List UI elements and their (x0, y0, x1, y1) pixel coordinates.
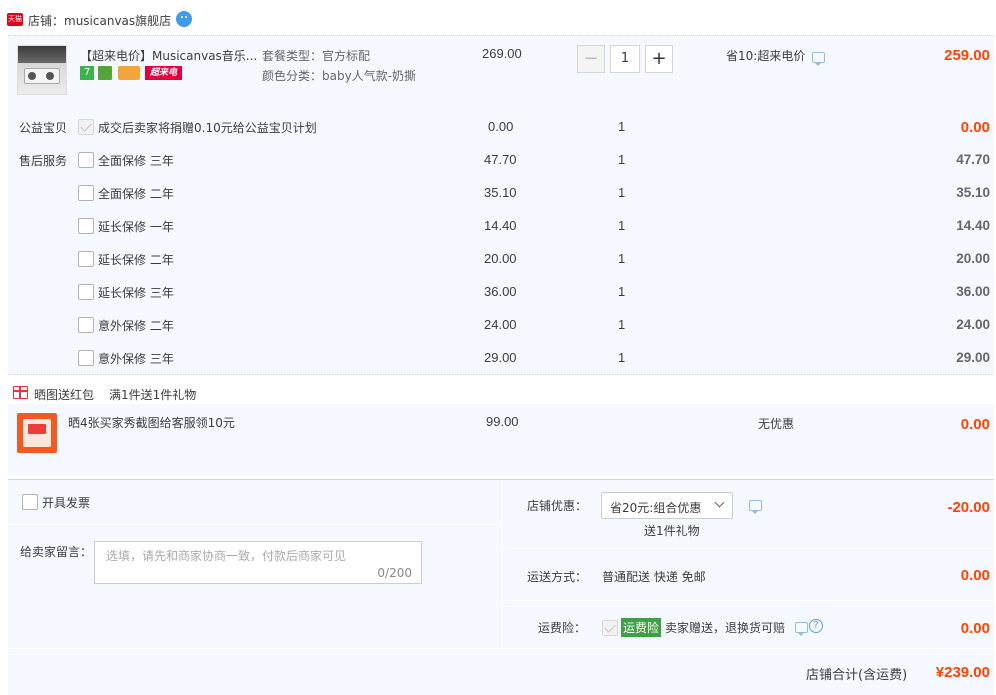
quantity-stepper: − 1 + (577, 45, 673, 73)
after-sales-checkbox[interactable] (78, 317, 94, 333)
gift-icon (13, 386, 28, 399)
message-textarea[interactable]: 选填，请先和商家协商一致，付款后商家可见 0/200 (94, 541, 422, 584)
charity-section-label: 公益宝贝 (19, 121, 68, 135)
after-sales-qty: 1 (618, 317, 626, 332)
charity-checkbox (78, 119, 94, 135)
spec-package: 套餐类型：官方标配 (262, 49, 371, 63)
after-sales-qty: 1 (618, 185, 626, 200)
gift-promo: 无优惠 (758, 417, 795, 431)
guarantee-icon (98, 66, 112, 80)
product-thumbnail[interactable] (17, 45, 67, 95)
promo-badge: 超来电 (145, 66, 182, 80)
credit-card-icon (118, 66, 140, 80)
after-sales-checkbox[interactable] (78, 350, 94, 366)
discount-comment-icon[interactable] (749, 500, 762, 514)
gift-header-note: 满1件送1件礼物 (109, 388, 197, 402)
promo-comment-icon[interactable] (812, 52, 825, 66)
after-sales-checkbox[interactable] (78, 218, 94, 234)
after-sales-checkbox[interactable] (78, 284, 94, 300)
after-sales-qty: 1 (618, 251, 626, 266)
after-sales-label[interactable]: 意外保修 二年 (98, 317, 174, 334)
shop-name[interactable]: 店铺：musicanvas旗舰店 (28, 12, 171, 29)
insurance-tag: 运费险 (621, 618, 662, 637)
quantity-input[interactable]: 1 (610, 45, 640, 73)
after-sales-qty: 1 (618, 218, 626, 233)
shop-total-label: 店铺合计(含运费) (806, 668, 908, 683)
after-sales-label[interactable]: 全面保修 二年 (98, 185, 174, 202)
charity-text: 成交后卖家将捐赠0.10元给公益宝贝计划 (98, 121, 317, 135)
charity-qty: 1 (618, 119, 626, 134)
after-sales-total: 14.40 (956, 218, 990, 233)
gift-header: 晒图送红包 满1件送1件礼物 (8, 375, 994, 403)
item-total: 259.00 (944, 47, 990, 64)
after-sales-price: 35.10 (484, 185, 517, 200)
gift-price: 99.00 (486, 414, 519, 429)
after-sales-label[interactable]: 延长保修 三年 (98, 284, 174, 301)
invoice-checkbox[interactable] (22, 494, 38, 510)
after-sales-checkbox[interactable] (78, 251, 94, 267)
insurance-value: 0.00 (960, 620, 990, 637)
shop-header: 天猫 店铺：musicanvas旗舰店 (0, 0, 996, 36)
after-sales-qty: 1 (618, 152, 626, 167)
after-sales-total: 36.00 (956, 284, 990, 299)
unit-price: 269.00 (482, 46, 522, 61)
promo-text[interactable]: 省10:超来电价 (726, 47, 805, 64)
after-sales-total: 24.00 (956, 317, 990, 332)
help-icon[interactable]: ? (809, 619, 823, 633)
shipping-value: 0.00 (960, 567, 990, 584)
after-sales-label[interactable]: 延长保修 一年 (98, 218, 174, 235)
divider (502, 548, 994, 549)
after-sales-qty: 1 (618, 350, 626, 365)
spec-color: 颜色分类：baby人气款-奶撕 (262, 69, 417, 83)
shop-discount-selected: 省20元:组合优惠 (610, 501, 702, 515)
after-sales-price: 24.00 (484, 317, 517, 332)
wangwang-chat-icon[interactable] (176, 11, 192, 27)
message-placeholder: 选填，请先和商家协商一致，付款后商家可见 (106, 549, 347, 563)
after-sales-price: 29.00 (484, 350, 517, 365)
after-sales-total: 20.00 (956, 251, 990, 266)
after-sales-label[interactable]: 全面保修 三年 (98, 152, 174, 169)
insurance-label: 运费险： (538, 621, 587, 635)
message-label: 给卖家留言： (20, 545, 93, 559)
invoice-label[interactable]: 开具发票 (42, 494, 90, 511)
gift-total: 0.00 (960, 416, 990, 433)
gift-title[interactable]: 晒4张买家秀截图给客服领10元 (68, 414, 235, 431)
shop-total-value: ¥239.00 (935, 664, 990, 681)
shipping-label: 运送方式： (527, 570, 588, 584)
decrease-button[interactable]: − (577, 45, 605, 73)
after-sales-section-label: 售后服务 (19, 154, 68, 168)
after-sales-price: 20.00 (484, 251, 517, 266)
after-sales-total: 29.00 (956, 350, 990, 365)
message-counter: 0/200 (377, 566, 412, 580)
product-title[interactable]: 【超来电价】Musicanvas音乐... (80, 47, 257, 64)
chevron-down-icon (714, 497, 725, 508)
gift-header-label: 晒图送红包 (34, 388, 95, 402)
increase-button[interactable]: + (645, 45, 673, 73)
insurance-checkbox (602, 620, 618, 636)
seven-day-return-icon: 7 (80, 66, 94, 80)
after-sales-price: 36.00 (484, 284, 517, 299)
shop-discount-value: -20.00 (947, 499, 990, 516)
shop-discount-note: 送1件礼物 (644, 524, 700, 538)
divider (8, 524, 501, 525)
after-sales-checkbox[interactable] (78, 185, 94, 201)
divider (502, 600, 994, 601)
shop-discount-label: 店铺优惠： (527, 499, 588, 513)
after-sales-label[interactable]: 意外保修 三年 (98, 350, 174, 367)
after-sales-total: 35.10 (956, 185, 990, 200)
insurance-comment-icon[interactable] (795, 622, 808, 636)
after-sales-qty: 1 (618, 284, 626, 299)
after-sales-total: 47.70 (956, 152, 990, 167)
after-sales-label[interactable]: 延长保修 二年 (98, 251, 174, 268)
after-sales-checkbox[interactable] (78, 152, 94, 168)
insurance-text: 卖家赠送，退换货可赔 (665, 621, 786, 635)
after-sales-price: 14.40 (484, 218, 517, 233)
charity-price: 0.00 (488, 119, 514, 134)
gift-thumbnail[interactable] (17, 413, 57, 453)
after-sales-price: 47.70 (484, 152, 517, 167)
tmall-badge-icon: 天猫 (7, 13, 23, 26)
shop-discount-select[interactable]: 省20元:组合优惠 (601, 492, 733, 519)
charity-total: 0.00 (960, 119, 990, 136)
shipping-method: 普通配送 快递 免邮 (602, 570, 706, 584)
